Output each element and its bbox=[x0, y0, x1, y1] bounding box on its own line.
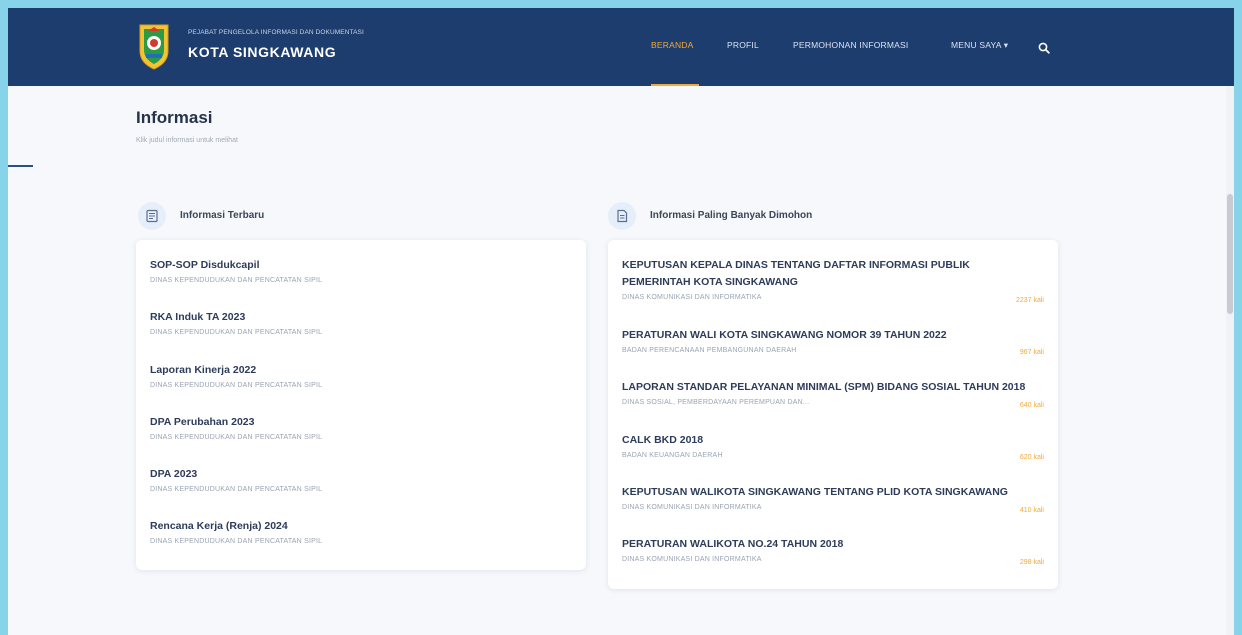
scrollbar-thumb[interactable] bbox=[1227, 194, 1233, 314]
item-source: DINAS KEPENDUDUKAN DAN PENCATATAN SIPIL bbox=[150, 382, 323, 389]
item-source: BADAN KEUANGAN DAERAH bbox=[622, 452, 723, 459]
item-title[interactable]: PERATURAN WALI KOTA SINGKAWANG NOMOR 39 … bbox=[622, 327, 947, 344]
request-count: 967 kali bbox=[1019, 349, 1044, 356]
item-title[interactable]: DPA 2023 bbox=[150, 466, 322, 483]
nav-profil[interactable]: PROFIL bbox=[727, 40, 759, 50]
popular-info-card: KEPUTUSAN KEPALA DINAS TENTANG DAFTAR IN… bbox=[608, 240, 1058, 589]
city-emblem-logo[interactable] bbox=[136, 21, 172, 71]
item-source: DINAS KOMUNIKASI DAN INFORMATIKA bbox=[622, 504, 762, 511]
item-source: DINAS KEPENDUDUKAN DAN PENCATATAN SIPIL bbox=[150, 277, 323, 284]
document-stack-icon bbox=[138, 202, 166, 230]
list-item[interactable]: LAPORAN STANDAR PELAYANAN MINIMAL (SPM) … bbox=[622, 379, 1025, 406]
browser-viewport: PEJABAT PENGELOLA INFORMASI DAN DOKUMENT… bbox=[8, 8, 1234, 635]
page-scrollbar[interactable] bbox=[1226, 86, 1234, 635]
item-title[interactable]: Laporan Kinerja 2022 bbox=[150, 362, 322, 379]
item-title[interactable]: KEPUTUSAN KEPALA DINAS TENTANG DAFTAR IN… bbox=[622, 257, 970, 274]
nav-menu-saya[interactable]: MENU SAYA ▾ bbox=[951, 40, 1008, 51]
document-icon bbox=[608, 202, 636, 230]
item-title[interactable]: KEPUTUSAN WALIKOTA SINGKAWANG TENTANG PL… bbox=[622, 484, 1008, 501]
item-source: DINAS KEPENDUDUKAN DAN PENCATATAN SIPIL bbox=[150, 486, 323, 493]
item-title[interactable]: CALK BKD 2018 bbox=[622, 432, 723, 449]
search-icon[interactable] bbox=[1038, 41, 1050, 54]
list-item[interactable]: CALK BKD 2018 BADAN KEUANGAN DAERAH bbox=[622, 432, 723, 459]
page-subtitle: Klik judul informasi untuk melihat bbox=[136, 137, 238, 144]
active-nav-indicator bbox=[651, 84, 699, 86]
item-title-continued[interactable]: PEMERINTAH KOTA SINGKAWANG bbox=[622, 274, 970, 291]
org-tagline: PEJABAT PENGELOLA INFORMASI DAN DOKUMENT… bbox=[188, 29, 364, 36]
request-count: 620 kali bbox=[1019, 454, 1044, 461]
list-item[interactable]: RKA Induk TA 2023 DINAS KEPENDUDUKAN DAN… bbox=[150, 309, 322, 336]
latest-section-header: Informasi Terbaru bbox=[138, 202, 438, 230]
item-source: DINAS KEPENDUDUKAN DAN PENCATATAN SIPIL bbox=[150, 434, 323, 441]
latest-info-card: SOP-SOP Disdukcapil DINAS KEPENDUDUKAN D… bbox=[136, 240, 586, 570]
item-source: DINAS KOMUNIKASI DAN INFORMATIKA bbox=[622, 556, 762, 563]
request-count: 410 kali bbox=[1019, 507, 1044, 514]
item-title[interactable]: SOP-SOP Disdukcapil bbox=[150, 257, 322, 274]
list-item[interactable]: DPA 2023 DINAS KEPENDUDUKAN DAN PENCATAT… bbox=[150, 466, 322, 493]
top-navigation-bar: PEJABAT PENGELOLA INFORMASI DAN DOKUMENT… bbox=[8, 8, 1234, 86]
item-title[interactable]: Rencana Kerja (Renja) 2024 bbox=[150, 518, 322, 535]
nav-beranda[interactable]: BERANDA bbox=[651, 40, 694, 50]
org-name[interactable]: KOTA SINGKAWANG bbox=[188, 44, 336, 60]
item-source: DINAS SOSIAL, PEMBERDAYAAN PEREMPUAN DAN… bbox=[622, 399, 810, 406]
list-item[interactable]: PERATURAN WALIKOTA NO.24 TAHUN 2018 DINA… bbox=[622, 536, 843, 563]
item-source: DINAS KOMUNIKASI DAN INFORMATIKA bbox=[622, 294, 762, 301]
request-count: 2237 kali bbox=[1015, 297, 1044, 304]
list-item[interactable]: DPA Perubahan 2023 DINAS KEPENDUDUKAN DA… bbox=[150, 414, 322, 441]
latest-section-title: Informasi Terbaru bbox=[180, 210, 265, 221]
popular-section-header: Informasi Paling Banyak Dimohon bbox=[608, 202, 1008, 230]
request-count: 298 kali bbox=[1019, 559, 1044, 566]
request-count: 640 kali bbox=[1019, 402, 1044, 409]
item-title[interactable]: PERATURAN WALIKOTA NO.24 TAHUN 2018 bbox=[622, 536, 843, 553]
list-item[interactable]: KEPUTUSAN WALIKOTA SINGKAWANG TENTANG PL… bbox=[622, 484, 1008, 511]
item-title[interactable]: DPA Perubahan 2023 bbox=[150, 414, 322, 431]
item-source: BADAN PERENCANAAN PEMBANGUNAN DAERAH bbox=[622, 347, 797, 354]
item-source: DINAS KEPENDUDUKAN DAN PENCATATAN SIPIL bbox=[150, 538, 323, 545]
item-title[interactable]: LAPORAN STANDAR PELAYANAN MINIMAL (SPM) … bbox=[622, 379, 1025, 396]
list-item[interactable]: KEPUTUSAN KEPALA DINAS TENTANG DAFTAR IN… bbox=[622, 257, 970, 301]
list-item[interactable]: PERATURAN WALI KOTA SINGKAWANG NOMOR 39 … bbox=[622, 327, 947, 354]
page-title: Informasi bbox=[136, 108, 213, 127]
list-item[interactable]: Laporan Kinerja 2022 DINAS KEPENDUDUKAN … bbox=[150, 362, 322, 389]
nav-permohonan-informasi[interactable]: PERMOHONAN INFORMASI bbox=[793, 40, 908, 50]
item-title[interactable]: RKA Induk TA 2023 bbox=[150, 309, 322, 326]
list-item[interactable]: Rencana Kerja (Renja) 2024 DINAS KEPENDU… bbox=[150, 518, 322, 545]
popular-section-title: Informasi Paling Banyak Dimohon bbox=[650, 210, 813, 221]
item-source: DINAS KEPENDUDUKAN DAN PENCATATAN SIPIL bbox=[150, 329, 323, 336]
side-accent-line bbox=[8, 165, 33, 167]
list-item[interactable]: SOP-SOP Disdukcapil DINAS KEPENDUDUKAN D… bbox=[150, 257, 322, 284]
